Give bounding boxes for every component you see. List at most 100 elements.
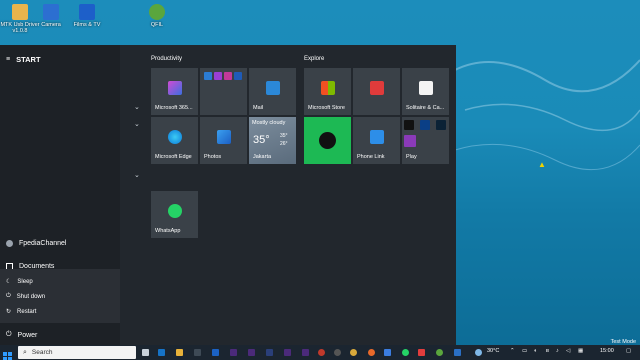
task-view-icon[interactable] — [142, 349, 149, 356]
photoshop-express-icon — [436, 120, 446, 130]
taskbar-app-icon[interactable] — [384, 349, 391, 356]
chevron-down-icon[interactable]: ⌄ — [134, 171, 140, 179]
power-option-restart[interactable]: ↻ Restart — [6, 308, 37, 316]
search-placeholder: Search — [31, 349, 53, 356]
tile-label: Solitaire & Ca... — [406, 105, 445, 111]
taskbar-app-icon[interactable] — [436, 349, 443, 356]
adobe-app-icon[interactable] — [248, 349, 255, 356]
tile-label: Microsoft Store — [308, 105, 345, 111]
bluetooth-icon[interactable]: ʙ — [546, 348, 549, 354]
microsoft-365-icon — [168, 81, 182, 95]
chevron-up-icon[interactable]: ⌃ — [510, 348, 515, 354]
tile-spotify[interactable] — [304, 117, 351, 164]
network-icon[interactable]: ◐ — [534, 348, 537, 354]
desktop-icon-films-tv[interactable]: Films & TV — [67, 2, 107, 28]
adobe-app-icon[interactable] — [284, 349, 291, 356]
weather-low: 26° — [280, 141, 288, 147]
mouse-cursor-icon: ▲ — [538, 160, 546, 169]
volume-icon[interactable]: ◁ — [566, 348, 570, 354]
taskbar-app-icon[interactable] — [418, 349, 425, 356]
news-icon — [370, 81, 384, 95]
tile-weather[interactable]: Mostly cloudy 35° 35° 26° Jakarta — [249, 117, 296, 164]
tile-mail[interactable]: Mail — [249, 68, 296, 115]
taskbar-temperature[interactable]: 30°C — [487, 348, 499, 354]
tile-office-apps[interactable] — [200, 68, 247, 115]
taskbar-app-icon[interactable] — [318, 349, 325, 356]
power-option-shutdown[interactable]: ⏻ Shut down — [6, 293, 45, 300]
qfil-icon — [149, 4, 165, 20]
start-hamburger[interactable]: ≡ START — [6, 55, 41, 64]
power-label: Power — [17, 331, 38, 339]
chrome-icon[interactable] — [350, 349, 357, 356]
hamburger-icon: ≡ — [6, 56, 11, 63]
power-menu: ☾ Sleep ⏻ Shut down ↻ Restart — [0, 269, 120, 323]
adobe-app-icon[interactable] — [302, 349, 309, 356]
camera-icon — [43, 4, 59, 20]
spotify-icon — [319, 132, 336, 149]
windows-logo-icon — [3, 352, 12, 360]
word-icon — [204, 72, 212, 80]
taskbar-app-icon[interactable] — [454, 349, 461, 356]
weather-city: Jakarta — [253, 154, 272, 160]
group-title-explore[interactable]: Explore — [304, 56, 324, 62]
windows-start-button[interactable] — [3, 348, 12, 360]
outlook-icon — [234, 72, 242, 80]
tile-label: Play — [406, 154, 417, 160]
weather-condition: Mostly cloudy — [252, 120, 286, 126]
desktop-icon-camera[interactable]: Camera — [31, 2, 71, 28]
tile-whatsapp[interactable]: WhatsApp — [151, 191, 198, 238]
adobe-app-icon[interactable] — [230, 349, 237, 356]
taskbar-search-box[interactable]: ⌕ Search — [18, 346, 136, 359]
taskbar-app-icon[interactable] — [158, 349, 165, 356]
keyboard-icon[interactable]: ▦ — [578, 348, 583, 354]
start-title: START — [16, 55, 41, 64]
desktop-icon-label: Films & TV — [73, 22, 101, 28]
films-tv-icon — [79, 4, 95, 20]
powerapps-icon — [224, 72, 232, 80]
adobe-app-icon[interactable] — [266, 349, 273, 356]
folder-icon — [12, 4, 28, 20]
search-icon: ⌕ — [23, 348, 27, 356]
wallpaper-ripples — [455, 59, 640, 171]
chevron-down-icon[interactable]: ⌄ — [134, 120, 140, 128]
tile-photos[interactable]: Photos — [200, 117, 247, 164]
desktop-icon-qfil[interactable]: QFIL — [137, 2, 177, 28]
onenote-icon — [214, 72, 222, 80]
tile-microsoft-store[interactable]: Microsoft Store — [304, 68, 351, 115]
taskbar-clock[interactable]: 15:00 — [600, 348, 614, 354]
tile-microsoft-edge[interactable]: Microsoft Edge — [151, 117, 198, 164]
power-icon: ⏻ — [6, 293, 11, 299]
tile-label: Microsoft Edge — [155, 154, 192, 160]
tile-solitaire[interactable]: Solitaire & Ca... — [402, 68, 449, 115]
prime-video-icon — [420, 120, 430, 130]
file-explorer-icon[interactable] — [176, 349, 183, 356]
weather-icon[interactable] — [475, 349, 482, 356]
tile-play[interactable]: Play — [402, 117, 449, 164]
microphone-icon[interactable]: ♪ — [556, 348, 559, 354]
tile-label: WhatsApp — [155, 228, 181, 234]
tile-phone-link[interactable]: Phone Link — [353, 117, 400, 164]
tile-label: Phone Link — [357, 154, 385, 160]
chevron-down-icon[interactable]: ⌄ — [134, 103, 140, 111]
whatsapp-icon[interactable] — [402, 349, 409, 356]
battery-icon[interactable]: ▭ — [522, 348, 527, 354]
restart-icon: ↻ — [6, 309, 12, 315]
user-account[interactable]: FpediaChannel — [6, 240, 66, 247]
store-icon — [321, 81, 335, 95]
power-option-label: Restart — [17, 308, 37, 315]
group-title-productivity[interactable]: Productivity — [151, 56, 182, 62]
taskbar-app-icon[interactable] — [194, 349, 201, 356]
weather-temp: 35° — [253, 134, 270, 146]
power-button[interactable]: ⏻ Power — [6, 331, 37, 339]
taskbar-app-icon[interactable] — [212, 349, 219, 356]
power-option-sleep[interactable]: ☾ Sleep — [6, 278, 33, 286]
clipchamp-icon — [404, 135, 416, 147]
power-option-label: Sleep — [17, 278, 33, 285]
tile-microsoft-365[interactable]: Microsoft 365... — [151, 68, 198, 115]
solitaire-icon — [419, 81, 433, 95]
taskbar-app-icon[interactable] — [334, 349, 341, 356]
firefox-icon[interactable] — [368, 349, 375, 356]
notification-icon[interactable]: ▢ — [626, 348, 631, 354]
start-left-rail: ≡ START FpediaChannel Documents ☾ Sleep … — [0, 45, 120, 345]
tile-news[interactable] — [353, 68, 400, 115]
